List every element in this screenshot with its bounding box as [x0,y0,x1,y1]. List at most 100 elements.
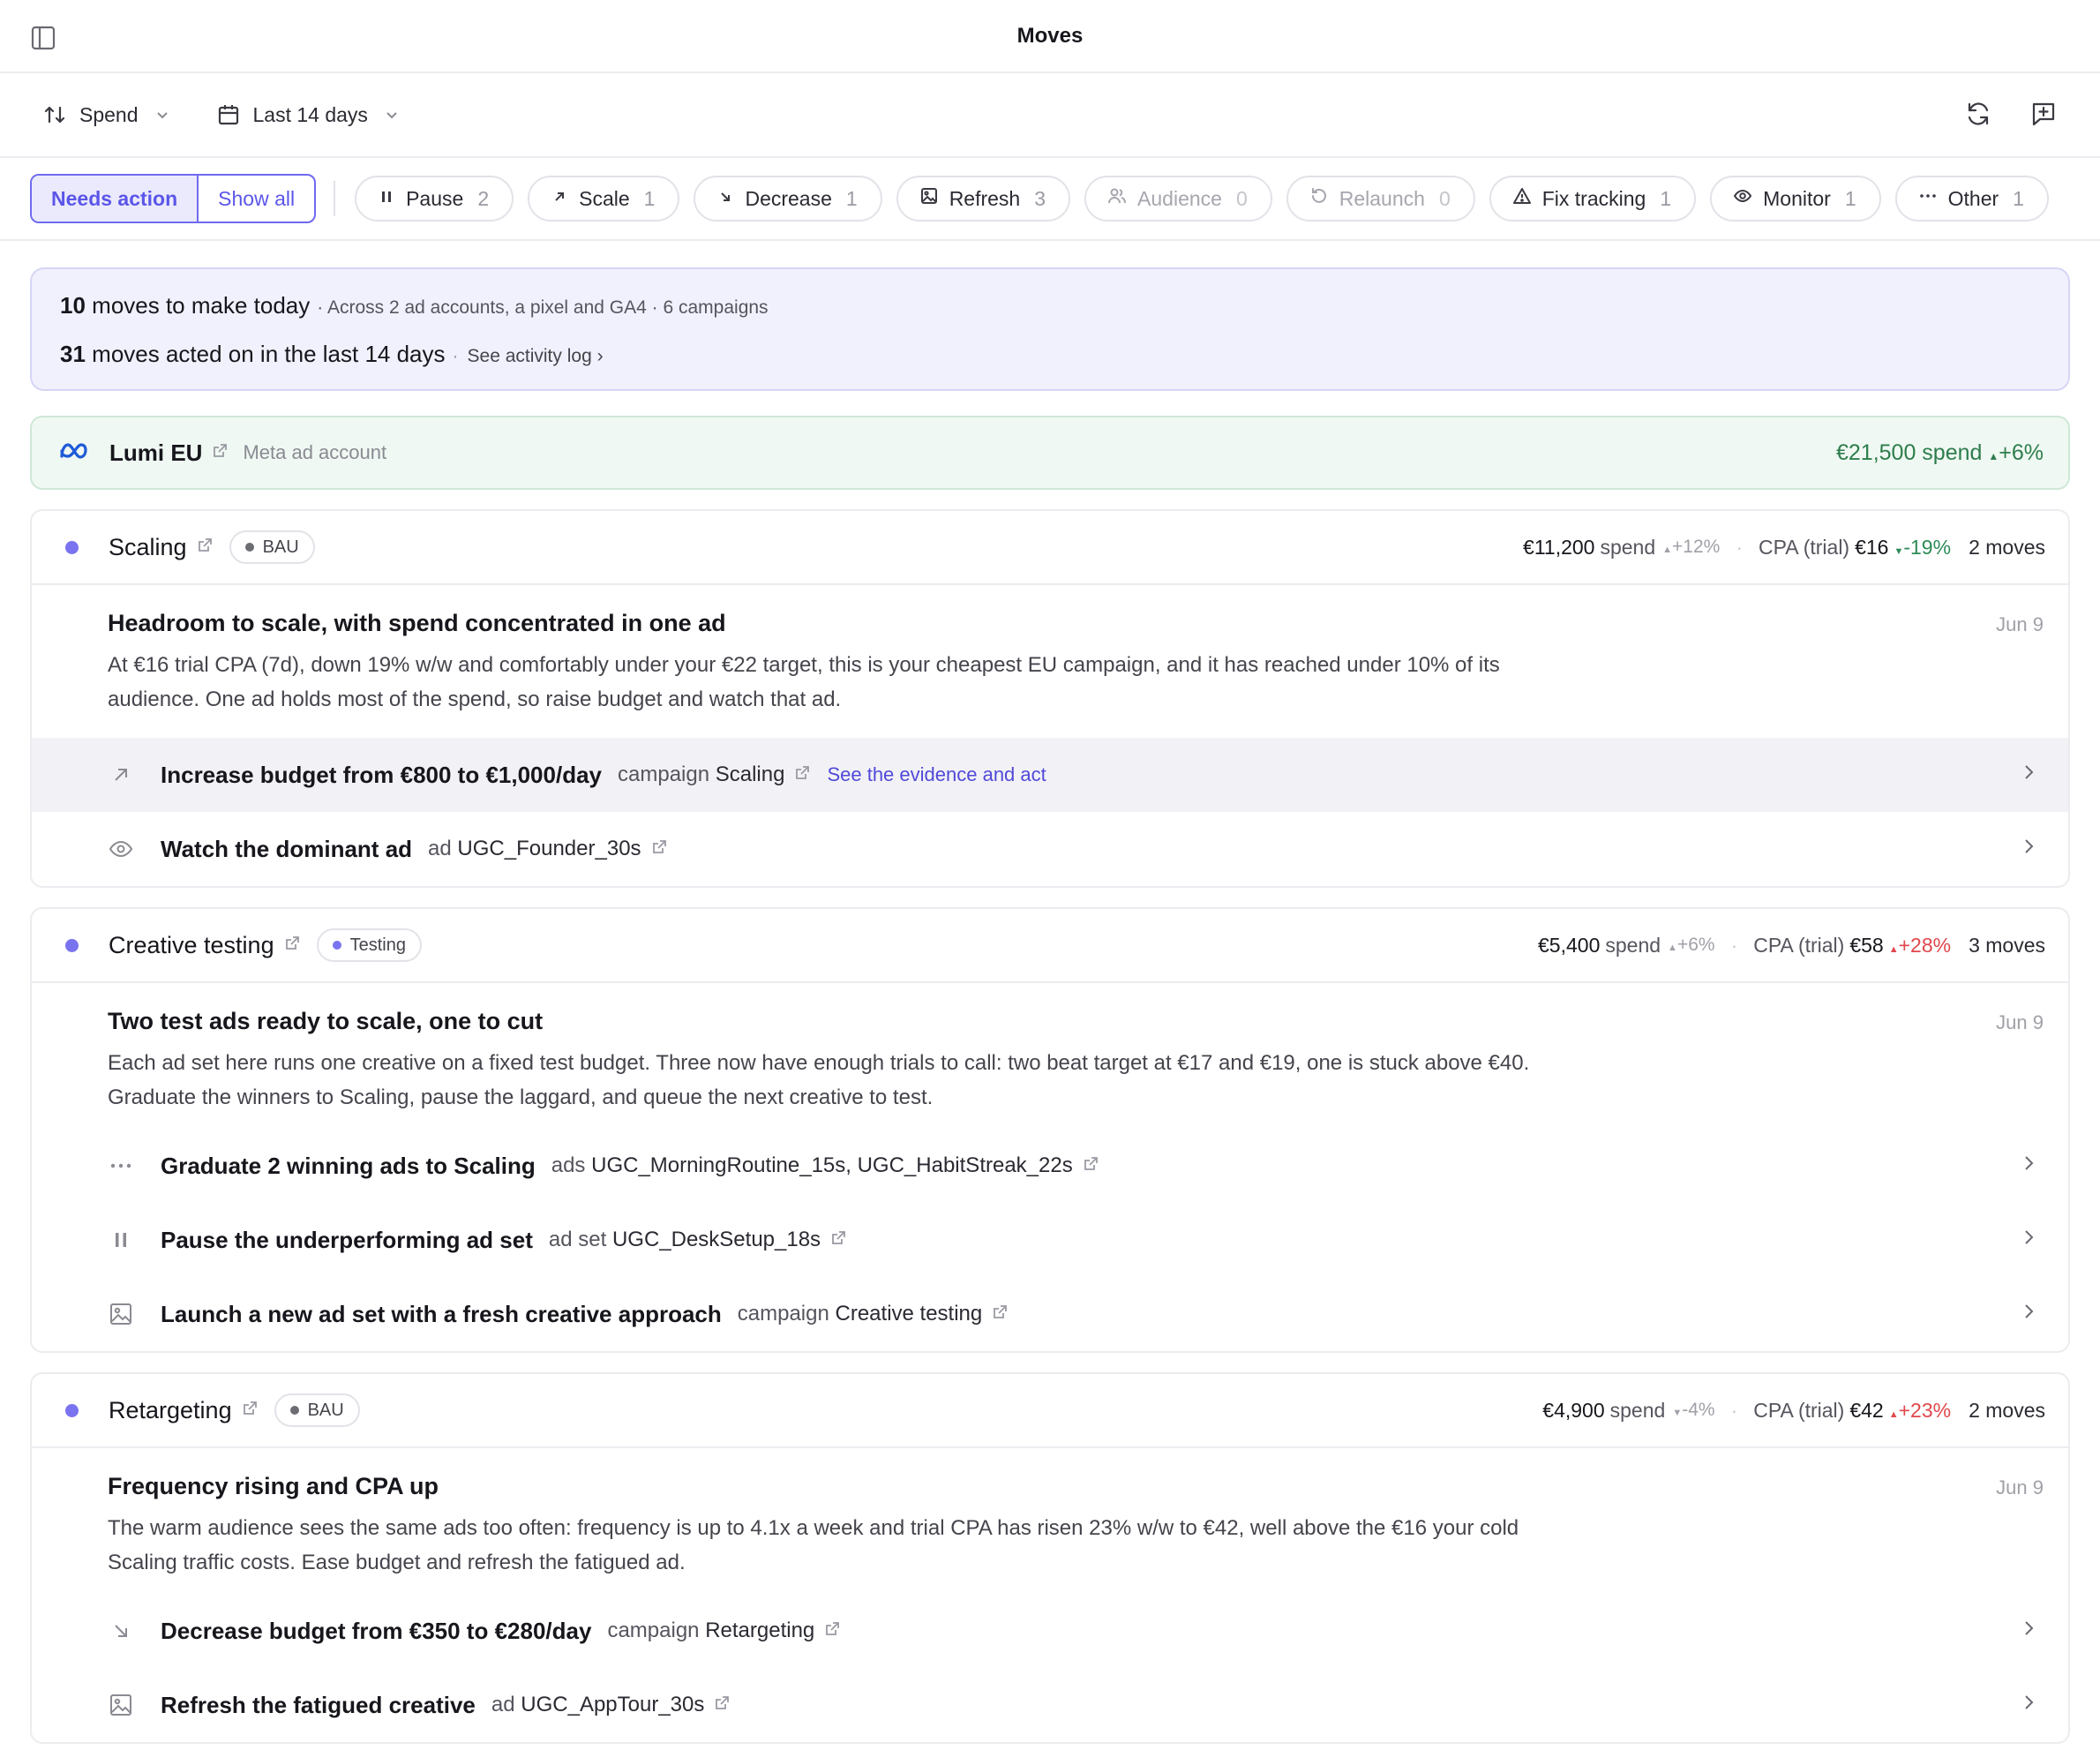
chevron-right-icon [2019,1302,2038,1326]
needs-action-toggle[interactable]: Needs action [32,176,199,222]
today-subtext: · Across 2 ad accounts, a pixel and GA4 … [317,297,769,318]
status-dot [65,1403,79,1417]
chip-label: Fix tracking [1541,186,1646,210]
campaign-header[interactable]: Scaling BAU €11,200 spend ▲+12% · CPA (t… [32,511,2068,585]
spend-label: spend [1605,933,1661,957]
filter-chip-relaunch[interactable]: Relaunch 0 [1286,176,1475,222]
status-dot [65,540,79,554]
target-name: UGC_AppTour_30s [521,1693,705,1716]
badge-dot [289,1406,299,1415]
arrow-up-right-icon [108,762,134,788]
external-link-icon[interactable] [196,537,214,559]
insight-date: Jun 9 [1996,613,2044,635]
external-link-icon[interactable] [241,1400,259,1422]
more-icon [108,1153,134,1179]
target-type: ad [428,837,452,860]
date-range-dropdown[interactable]: Last 14 days [216,102,400,127]
campaign-stats: €11,200 spend ▲+12% · CPA (trial) €16 ▼-… [1523,536,2045,560]
action-title: Watch the dominant ad [161,835,413,862]
action-title: Pause the underperforming ad set [161,1226,533,1253]
external-link-icon[interactable] [1082,1155,1099,1177]
refresh-icon[interactable] [1964,100,1992,132]
cpa-delta: ▲+23% [1888,1398,1952,1422]
spend-delta-value: +12% [1672,537,1721,557]
target-name: UGC_MorningRoutine_15s, UGC_HabitStreak_… [591,1153,1073,1177]
separator: · [452,346,459,366]
campaign-badge: BAU [274,1393,360,1427]
filter-chip-pause[interactable]: Pause 2 [355,176,514,222]
top-bar: Moves [0,0,2100,73]
separator: · [1730,1398,1738,1422]
spend-value: €4,900 [1542,1398,1605,1422]
account-spend-value: €21,500 spend [1835,439,1983,465]
action-target: ad UGC_Founder_30s [428,837,641,861]
show-all-toggle[interactable]: Show all [199,176,314,222]
insight: Frequency rising and CPA up Jun 9 The wa… [32,1448,2068,1589]
campaign-header[interactable]: Retargeting BAU €4,900 spend ▼-4% · CPA … [32,1374,2068,1448]
target-name: Creative testing [835,1302,983,1326]
cpa-value: €58 [1849,933,1884,957]
action-row[interactable]: Graduate 2 winning ads to Scaling ads UG… [32,1129,2068,1203]
filter-chip-decrease[interactable]: Decrease 1 [694,176,882,222]
sidebar-toggle-icon[interactable] [30,25,56,51]
today-text: moves to make today [92,292,311,319]
insight-title: Frequency rising and CPA up [108,1473,439,1499]
filter-chip-monitor[interactable]: Monitor 1 [1710,176,1881,222]
action-row[interactable]: Pause the underperforming ad set ad set … [32,1203,2068,1277]
external-link-icon[interactable] [713,1694,731,1716]
campaign-stats: €5,400 spend ▲+6% · CPA (trial) €58 ▲+28… [1538,934,2045,958]
account-spend: €21,500 spend ▲+6% [1836,440,2044,466]
external-link-icon[interactable] [793,764,811,786]
filter-chip-scale[interactable]: Scale 1 [528,176,680,222]
action-row[interactable]: Increase budget from €800 to €1,000/day … [32,738,2068,812]
action-row[interactable]: Watch the dominant ad ad UGC_Founder_30s [32,812,2068,886]
external-link-icon[interactable] [650,838,668,860]
spend-delta: ▲+12% [1662,537,1721,557]
target-name: UGC_DeskSetup_18s [611,1228,821,1251]
filter-chip-refresh[interactable]: Refresh 3 [896,176,1071,222]
activity-log-link[interactable]: See activity log › [468,346,604,367]
action-title: Decrease budget from €350 to €280/day [161,1617,592,1644]
sort-dropdown[interactable]: Spend [42,102,170,127]
target-name: UGC_Founder_30s [457,837,641,860]
action-target: ads UGC_MorningRoutine_15s, UGC_HabitStr… [551,1153,1073,1178]
ad-account-header[interactable]: Lumi EU Meta ad account €21,500 spend ▲+… [30,416,2070,490]
insight: Headroom to scale, with spend concentrat… [32,585,2068,725]
target-type: ads [551,1153,586,1177]
filter-chip-fix-tracking[interactable]: Fix tracking 1 [1489,176,1697,222]
action-row[interactable]: Refresh the fatigued creative ad UGC_App… [32,1668,2068,1742]
feedback-icon[interactable] [2029,100,2058,132]
up-triangle-icon: ▲ [1988,449,1999,462]
external-link-icon[interactable] [829,1229,847,1251]
external-link-icon[interactable] [283,935,301,957]
spend-value: €5,400 [1538,933,1601,957]
separator: · [1730,933,1738,957]
past-count: 31 [60,341,86,367]
chevron-right-icon [2019,1228,2038,1251]
cpa-label: CPA (trial) [1759,535,1850,559]
meta-logo-icon [58,440,90,466]
campaign-name: Retargeting [109,1396,232,1423]
eye-icon [108,836,134,862]
action-target: ad UGC_AppTour_30s [491,1693,705,1717]
campaign-header[interactable]: Creative testing Testing €5,400 spend ▲+… [32,909,2068,983]
chip-count: 2 [477,186,490,210]
target-type: campaign [618,762,710,786]
campaign-card: Scaling BAU €11,200 spend ▲+12% · CPA (t… [30,509,2070,888]
filter-chip-audience[interactable]: Audience 0 [1084,176,1272,222]
external-link-icon[interactable] [211,442,229,464]
evidence-link[interactable]: See the evidence and act [827,763,1046,786]
filter-chip-other[interactable]: Other 1 [1894,176,2049,222]
toolbar: Spend Last 14 days [0,73,2100,158]
action-row[interactable]: Decrease budget from €350 to €280/day ca… [32,1594,2068,1668]
action-target: ad set UGC_DeskSetup_18s [549,1228,821,1252]
chevron-down-icon [154,107,170,123]
external-link-icon[interactable] [991,1303,1009,1326]
action-target: campaign Scaling [618,762,784,787]
date-range-label: Last 14 days [252,102,368,126]
warning-icon [1512,186,1532,211]
insight-body: At €16 trial CPA (7d), down 19% w/w and … [108,653,1500,711]
action-row[interactable]: Launch a new ad set with a fresh creativ… [32,1277,2068,1351]
chip-label: Relaunch [1339,186,1425,210]
external-link-icon[interactable] [823,1620,841,1642]
